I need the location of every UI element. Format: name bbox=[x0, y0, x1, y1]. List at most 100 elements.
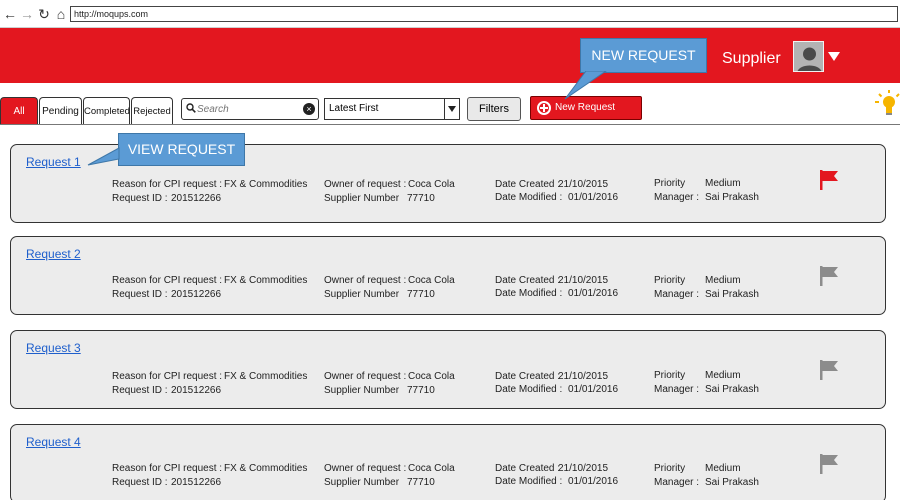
user-role-label: Supplier bbox=[722, 50, 781, 67]
date-modified-value: 01/01/2016 bbox=[568, 288, 619, 299]
request-id-value: 201512266 bbox=[171, 477, 222, 488]
priority-label: Priority bbox=[654, 275, 686, 286]
manager-value: Sai Prakash bbox=[705, 192, 759, 203]
request-card-3: Request 3 Reason for CPI request : FX & … bbox=[10, 330, 886, 409]
request-id-value: 201512266 bbox=[171, 385, 222, 396]
reason-value: FX & Commodities bbox=[224, 463, 308, 474]
filters-button[interactable]: Filters bbox=[467, 97, 521, 121]
owner-value: Coca Cola bbox=[408, 179, 455, 190]
reason-label: Reason for CPI request : bbox=[112, 371, 223, 382]
manager-label: Manager : bbox=[654, 289, 700, 300]
address-bar[interactable]: http://moqups.com bbox=[70, 6, 898, 22]
supplier-number-value: 77710 bbox=[407, 477, 435, 488]
new-request-label: New Request bbox=[555, 102, 616, 113]
flag-icon[interactable] bbox=[819, 359, 841, 381]
tab-rejected[interactable]: Rejected bbox=[131, 97, 173, 124]
date-modified-value: 01/01/2016 bbox=[568, 192, 619, 203]
supplier-number-label: Supplier Number bbox=[324, 193, 400, 204]
request-id-label: Request ID : bbox=[112, 477, 168, 488]
reason-value: FX & Commodities bbox=[224, 371, 308, 382]
owner-label: Owner of request : bbox=[324, 371, 407, 382]
user-silhouette-icon bbox=[797, 47, 822, 71]
owner-value: Coca Cola bbox=[408, 371, 455, 382]
search-input[interactable] bbox=[197, 101, 297, 118]
date-modified-value: 01/01/2016 bbox=[568, 384, 619, 395]
manager-label: Manager : bbox=[654, 384, 700, 395]
dropdown-caret-icon[interactable] bbox=[444, 99, 459, 119]
date-modified-label: Date Modified : bbox=[495, 384, 563, 395]
request-id-label: Request ID : bbox=[112, 193, 168, 204]
view-request-callout: VIEW REQUEST bbox=[118, 133, 245, 166]
priority-value: Medium bbox=[705, 463, 741, 474]
forward-arrow-icon[interactable]: → bbox=[19, 6, 35, 22]
home-icon[interactable]: ⌂ bbox=[53, 6, 69, 22]
request-id-value: 201512266 bbox=[171, 289, 222, 300]
callout-pointer bbox=[564, 71, 607, 100]
request-link[interactable]: Request 2 bbox=[26, 247, 81, 261]
priority-value: Medium bbox=[705, 275, 741, 286]
flag-icon[interactable] bbox=[819, 265, 841, 287]
date-created-label: Date Created : bbox=[495, 371, 561, 382]
request-card-2: Request 2 Reason for CPI request : FX & … bbox=[10, 236, 886, 315]
supplier-number-value: 77710 bbox=[407, 385, 435, 396]
priority-value: Medium bbox=[705, 178, 741, 189]
date-modified-label: Date Modified : bbox=[495, 476, 563, 487]
reload-icon[interactable]: ↻ bbox=[36, 6, 52, 22]
request-link[interactable]: Request 1 bbox=[26, 155, 81, 169]
search-field: × bbox=[181, 98, 319, 120]
supplier-number-label: Supplier Number bbox=[324, 385, 400, 396]
date-modified-label: Date Modified : bbox=[495, 288, 563, 299]
date-created-value: 21/10/2015 bbox=[558, 275, 609, 286]
reason-label: Reason for CPI request : bbox=[112, 463, 223, 474]
owner-label: Owner of request : bbox=[324, 275, 407, 286]
date-modified-label: Date Modified : bbox=[495, 192, 563, 203]
manager-value: Sai Prakash bbox=[705, 477, 759, 488]
tab-completed[interactable]: Completed bbox=[83, 97, 130, 124]
reason-label: Reason for CPI request : bbox=[112, 179, 223, 190]
back-arrow-icon[interactable]: ← bbox=[2, 6, 18, 22]
date-created-label: Date Created : bbox=[495, 463, 561, 474]
request-link[interactable]: Request 3 bbox=[26, 341, 81, 355]
supplier-number-label: Supplier Number bbox=[324, 289, 400, 300]
priority-label: Priority bbox=[654, 178, 686, 189]
request-id-label: Request ID : bbox=[112, 385, 168, 396]
manager-label: Manager : bbox=[654, 192, 700, 203]
reason-value: FX & Commodities bbox=[224, 179, 308, 190]
reason-value: FX & Commodities bbox=[224, 275, 308, 286]
priority-label: Priority bbox=[654, 370, 686, 381]
date-created-label: Date Created : bbox=[495, 179, 561, 190]
supplier-number-value: 77710 bbox=[407, 289, 435, 300]
new-request-callout: NEW REQUEST bbox=[580, 38, 707, 73]
search-icon bbox=[186, 103, 196, 113]
date-created-value: 21/10/2015 bbox=[558, 179, 609, 190]
request-id-value: 201512266 bbox=[171, 193, 222, 204]
avatar[interactable] bbox=[793, 41, 824, 72]
plus-circle-icon bbox=[537, 101, 551, 115]
request-toolbar: All Pending Completed Rejected × Latest … bbox=[0, 83, 900, 125]
request-id-label: Request ID : bbox=[112, 289, 168, 300]
manager-value: Sai Prakash bbox=[705, 384, 759, 395]
flag-icon[interactable] bbox=[819, 453, 841, 475]
sort-select[interactable]: Latest First bbox=[324, 98, 460, 120]
clear-search-icon[interactable]: × bbox=[303, 103, 315, 115]
tab-pending[interactable]: Pending bbox=[39, 97, 82, 124]
date-created-value: 21/10/2015 bbox=[558, 463, 609, 474]
owner-value: Coca Cola bbox=[408, 275, 455, 286]
browser-toolbar: ← → ↻ ⌂ http://moqups.com bbox=[0, 0, 900, 28]
owner-label: Owner of request : bbox=[324, 179, 407, 190]
app-window: ← → ↻ ⌂ http://moqups.com Supplier All P… bbox=[0, 0, 900, 500]
request-card-4: Request 4 Reason for CPI request : FX & … bbox=[10, 424, 886, 500]
chevron-down-icon[interactable] bbox=[828, 52, 840, 61]
supplier-number-value: 77710 bbox=[407, 193, 435, 204]
supplier-number-label: Supplier Number bbox=[324, 477, 400, 488]
sort-selected-value: Latest First bbox=[329, 103, 379, 114]
priority-label: Priority bbox=[654, 463, 686, 474]
date-modified-value: 01/01/2016 bbox=[568, 476, 619, 487]
lightbulb-icon[interactable] bbox=[874, 89, 900, 119]
manager-value: Sai Prakash bbox=[705, 289, 759, 300]
priority-value: Medium bbox=[705, 370, 741, 381]
flag-icon[interactable] bbox=[819, 169, 841, 191]
request-link[interactable]: Request 4 bbox=[26, 435, 81, 449]
tab-all[interactable]: All bbox=[0, 97, 38, 124]
callout-pointer bbox=[87, 147, 120, 166]
